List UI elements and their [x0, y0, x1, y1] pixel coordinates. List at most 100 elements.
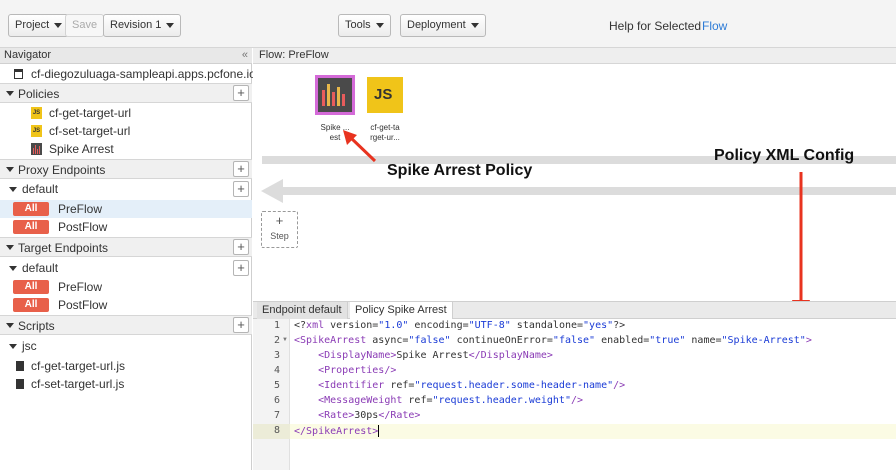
- chevron-down-icon: [54, 22, 63, 28]
- save-label: Save: [72, 19, 98, 31]
- fold-arrow-icon[interactable]: ▼: [282, 337, 288, 343]
- proxy-endpoints-section[interactable]: Proxy Endpoints +: [0, 159, 252, 179]
- policy-item-label: Spike Arrest: [49, 142, 114, 156]
- script-file-label: cf-get-target-url.js: [31, 359, 126, 373]
- chevron-down-icon: [470, 22, 479, 28]
- target-endpoints-label: Target Endpoints: [18, 241, 109, 255]
- annotation-arrow-icon: [343, 130, 377, 163]
- tab-label: Policy Spike Arrest: [355, 304, 447, 316]
- xml-code-editor[interactable]: <?xml version="1.0" encoding="UTF-8" sta…: [290, 319, 896, 470]
- javascript-icon: JS: [31, 125, 42, 137]
- flow-badge: All: [13, 220, 49, 234]
- flow-name: PostFlow: [58, 298, 108, 312]
- policy-item[interactable]: Spike Arrest: [0, 140, 252, 158]
- proxy-preflow-item[interactable]: All PreFlow: [0, 200, 252, 218]
- chevron-down-icon: [375, 22, 384, 28]
- editor-gutter: 1 2 ▼ 3 4 5 6 7 8: [253, 319, 290, 470]
- add-proxy-endpoint-button[interactable]: +: [233, 161, 249, 177]
- target-endpoints-section[interactable]: Target Endpoints +: [0, 237, 252, 257]
- policy-item[interactable]: JS cf-get-target-url: [0, 104, 252, 122]
- add-flow-button[interactable]: +: [233, 260, 249, 276]
- scripts-section[interactable]: Scripts +: [0, 315, 252, 335]
- proxy-default-label: default: [22, 182, 59, 196]
- script-file-item[interactable]: cf-get-target-url.js: [0, 357, 252, 375]
- javascript-policy-tile[interactable]: JS: [367, 77, 403, 113]
- revision-menu-button[interactable]: Revision 1: [103, 14, 182, 37]
- save-button[interactable]: Save: [65, 14, 105, 37]
- add-flow-button[interactable]: +: [233, 181, 249, 197]
- spike-arrest-icon: [31, 143, 42, 155]
- spike-arrest-icon: [322, 84, 345, 106]
- deployment-label: Deployment: [407, 19, 466, 31]
- expand-triangle-icon[interactable]: [9, 344, 17, 349]
- policy-item-label: cf-set-target-url: [49, 124, 131, 138]
- navigator-panel: Navigator « cf-diegozuluaga-sampleapi.ap…: [0, 48, 256, 470]
- arrow-left-icon: [261, 179, 283, 203]
- script-file-item[interactable]: cf-set-target-url.js: [0, 375, 252, 393]
- file-icon: [16, 379, 24, 389]
- proxy-default-row[interactable]: default +: [0, 180, 252, 198]
- expand-triangle-icon[interactable]: [6, 245, 14, 250]
- target-default-row[interactable]: default +: [0, 259, 252, 277]
- proxy-postflow-item[interactable]: All PostFlow: [0, 218, 252, 236]
- code-line: <?xml version="1.0" encoding="UTF-8" sta…: [294, 320, 626, 331]
- tab-label: Endpoint default: [262, 304, 342, 316]
- code-line: </SpikeArrest>: [294, 425, 380, 437]
- line-number: 4: [273, 365, 280, 376]
- line-number: 3: [273, 350, 280, 361]
- add-target-endpoint-button[interactable]: +: [233, 239, 249, 255]
- annotation-spike-arrest-policy: Spike Arrest Policy: [387, 162, 533, 179]
- project-menu-button[interactable]: Project: [8, 14, 70, 37]
- plus-icon: +: [275, 213, 284, 228]
- expand-triangle-icon[interactable]: [9, 187, 17, 192]
- flow-title: Flow: PreFlow: [259, 49, 329, 61]
- spike-arrest-policy-tile[interactable]: [315, 75, 355, 115]
- flow-header: Flow: PreFlow: [253, 48, 896, 64]
- add-step-button[interactable]: + Step: [261, 211, 298, 248]
- code-line: <Identifier ref="request.header.some-hea…: [318, 380, 626, 391]
- toolbar: Project Save Revision 1 Tools Deployment…: [0, 0, 896, 48]
- proxy-name-row[interactable]: cf-diegozuluaga-sampleapi.apps.pcfone.io: [0, 65, 256, 83]
- tab-endpoint-default[interactable]: Endpoint default: [257, 302, 348, 319]
- scripts-label: Scripts: [18, 319, 55, 333]
- policy-item[interactable]: JS cf-set-target-url: [0, 122, 252, 140]
- code-line: <DisplayName>Spike Arrest</DisplayName>: [318, 350, 553, 361]
- code-line: <SpikeArrest async="false" continueOnErr…: [294, 335, 812, 346]
- policies-label: Policies: [18, 87, 60, 101]
- revision-label: Revision 1: [110, 19, 162, 31]
- add-script-button[interactable]: +: [233, 317, 249, 333]
- target-preflow-item[interactable]: All PreFlow: [0, 278, 252, 296]
- flow-badge: All: [13, 298, 49, 312]
- tools-menu-button[interactable]: Tools: [338, 14, 391, 37]
- expand-triangle-icon[interactable]: [6, 167, 14, 172]
- target-postflow-item[interactable]: All PostFlow: [0, 296, 252, 314]
- policy-item-label: cf-get-target-url: [49, 106, 132, 120]
- collapse-icon[interactable]: «: [242, 49, 248, 61]
- expand-triangle-icon[interactable]: [6, 323, 14, 328]
- document-icon: [14, 69, 23, 79]
- flow-name: PreFlow: [58, 202, 103, 216]
- flow-name: PostFlow: [58, 220, 108, 234]
- expand-triangle-icon[interactable]: [6, 91, 14, 96]
- help-flow-link[interactable]: Flow: [702, 19, 727, 33]
- deployment-menu-button[interactable]: Deployment: [400, 14, 486, 37]
- tab-policy-spike-arrest[interactable]: Policy Spike Arrest: [350, 302, 453, 319]
- policies-section[interactable]: Policies +: [0, 83, 252, 103]
- help-text: Help for Selected: [609, 19, 702, 33]
- project-label: Project: [15, 19, 50, 31]
- code-line: <MessageWeight ref="request.header.weigh…: [318, 395, 584, 406]
- expand-triangle-icon[interactable]: [9, 266, 17, 271]
- add-policy-button[interactable]: +: [233, 85, 249, 101]
- script-file-label: cf-set-target-url.js: [31, 377, 125, 391]
- javascript-icon: JS: [31, 107, 42, 119]
- editor-tabs: Endpoint default Policy Spike Arrest: [253, 301, 896, 319]
- code-line: <Properties/>: [318, 365, 397, 376]
- line-number: 8: [273, 425, 280, 436]
- step-label: Step: [270, 231, 289, 241]
- code-line: <Rate>30ps</Rate>: [318, 410, 421, 421]
- chevron-down-icon: [166, 22, 175, 28]
- proxy-name: cf-diegozuluaga-sampleapi.apps.pcfone.io: [31, 67, 256, 81]
- tools-label: Tools: [345, 19, 371, 31]
- scripts-folder-row[interactable]: jsc: [0, 337, 252, 355]
- flow-badge: All: [13, 280, 49, 294]
